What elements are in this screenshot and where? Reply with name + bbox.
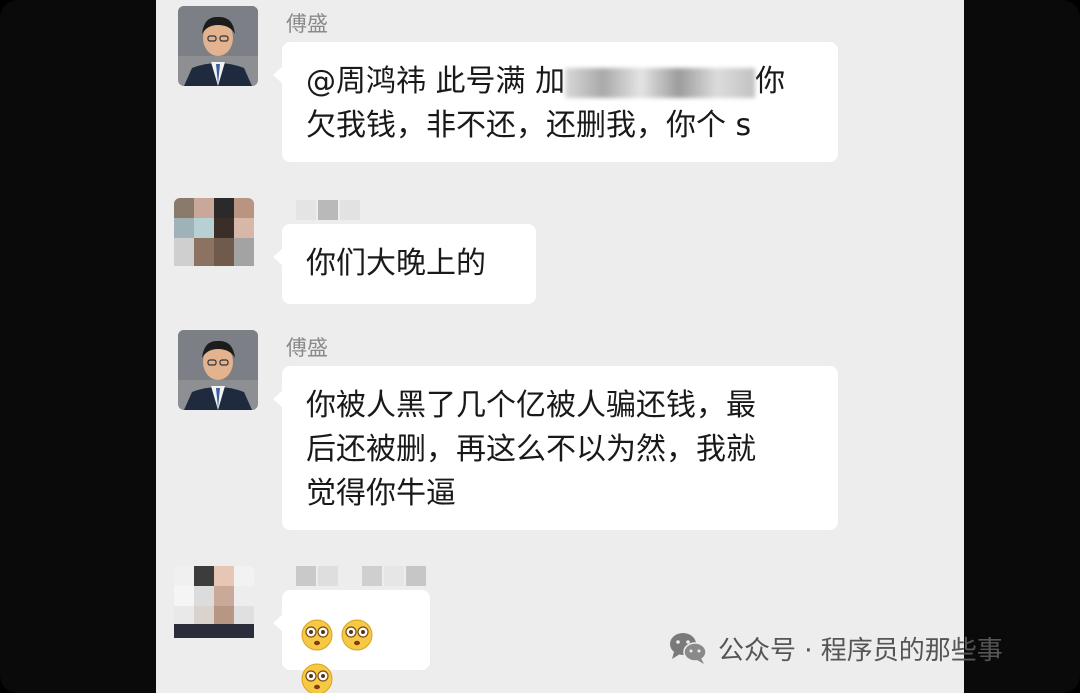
- flushed-face-emoji-icon: [301, 663, 333, 693]
- chat-area[interactable]: 傅盛 @周鸿祎 此号满 加 你 欠我钱，非不还，还删我，你个 s 你们大晚上的 傅…: [156, 0, 964, 693]
- message-text: 欠我钱，非不还，还删我，你个 s: [306, 108, 752, 143]
- message-text: 觉得你牛逼: [306, 476, 456, 511]
- wechat-icon: [670, 633, 707, 664]
- avatar-fusheng[interactable]: [178, 6, 258, 86]
- sender-name: 傅盛: [286, 12, 328, 36]
- avatar-mosaic-icon: [174, 566, 254, 638]
- sender-name: 傅盛: [286, 336, 328, 360]
- flushed-face-emoji-icon: [301, 619, 333, 650]
- screenshot-frame: 傅盛 @周鸿祎 此号满 加 你 欠我钱，非不还，还删我，你个 s 你们大晚上的 傅…: [0, 0, 1080, 693]
- avatar-mosaic-icon: [174, 198, 254, 266]
- message-text: 你被人黑了几个亿被人骗还钱，最: [306, 388, 756, 423]
- avatar-pixelated[interactable]: [174, 566, 254, 646]
- sender-name-redacted: [296, 200, 362, 220]
- emoji-row: [300, 616, 380, 693]
- message-text: 你: [755, 64, 786, 99]
- message-bubble[interactable]: [273, 590, 430, 693]
- sender-name-redacted: [296, 566, 428, 586]
- avatar-portrait-icon: [178, 6, 258, 86]
- avatar-portrait-icon: [178, 330, 258, 410]
- watermark: 公众号 · 程序员的那些事: [668, 626, 1003, 670]
- message-text: 后还被删，再这么不以为然，我就: [306, 432, 756, 467]
- message-text: 你们大晚上的: [306, 246, 486, 281]
- message-bubble[interactable]: 你们大晚上的: [273, 224, 536, 304]
- message-text: @周鸿祎 此号满 加: [306, 64, 566, 99]
- watermark-text: 公众号 · 程序员的那些事: [718, 635, 1003, 666]
- redacted-mosaic: [565, 67, 756, 98]
- message-bubble[interactable]: 你被人黑了几个亿被人骗还钱，最 后还被删，再这么不以为然，我就 觉得你牛逼: [273, 366, 838, 530]
- avatar-pixelated[interactable]: [174, 198, 254, 278]
- message-bubble[interactable]: @周鸿祎 此号满 加 你 欠我钱，非不还，还删我，你个 s: [273, 42, 838, 162]
- avatar-fusheng[interactable]: [178, 330, 258, 410]
- flushed-face-emoji-icon: [341, 619, 373, 650]
